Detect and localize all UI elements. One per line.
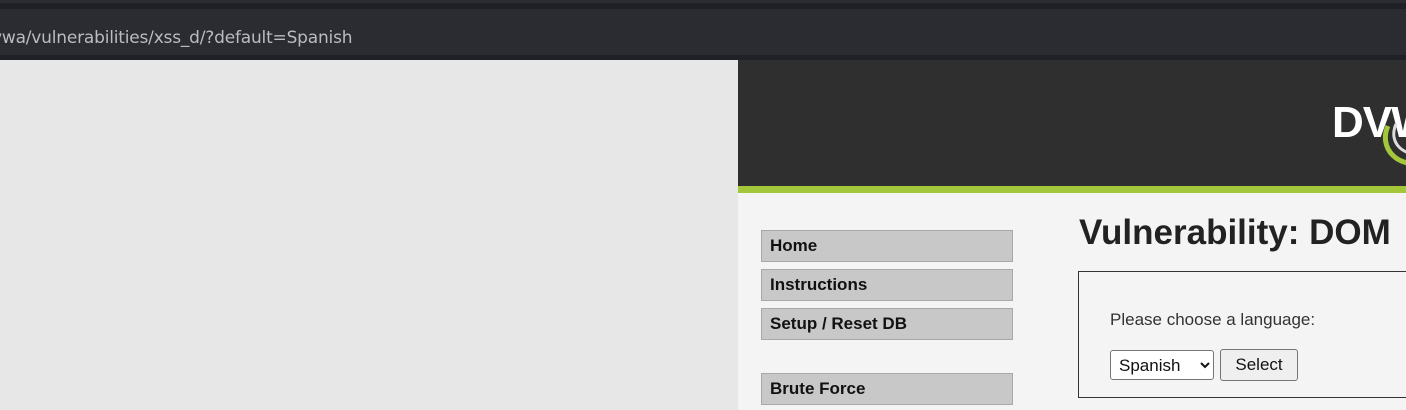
page-title: Vulnerability: DOM (1079, 213, 1391, 252)
blank-left-area (0, 60, 738, 410)
logo-swoosh-icon (1382, 123, 1406, 166)
menu-item-instructions[interactable]: Instructions (761, 269, 1013, 301)
site-header: DVW (738, 60, 1406, 193)
language-prompt: Please choose a language: (1110, 310, 1316, 329)
menu-item-brute-force[interactable]: Brute Force (761, 373, 1013, 405)
language-select[interactable]: Spanish (1110, 350, 1214, 380)
menu-item-setup-reset-db[interactable]: Setup / Reset DB (761, 308, 1013, 340)
browser-address-bar: vwa/vulnerabilities/xss_d/?default=Spani… (0, 0, 1406, 60)
url-text: vwa/vulnerabilities/xss_d/?default=Spani… (0, 28, 353, 48)
vulnerable-code-area: Please choose a language: Spanish Select (1078, 271, 1406, 398)
url-field[interactable]: vwa/vulnerabilities/xss_d/?default=Spani… (0, 9, 1406, 55)
menu-item-home[interactable]: Home (761, 230, 1013, 262)
dvwa-page: DVW Home Instructions Setup / Reset DB B… (738, 60, 1406, 410)
select-button[interactable]: Select (1220, 349, 1298, 381)
